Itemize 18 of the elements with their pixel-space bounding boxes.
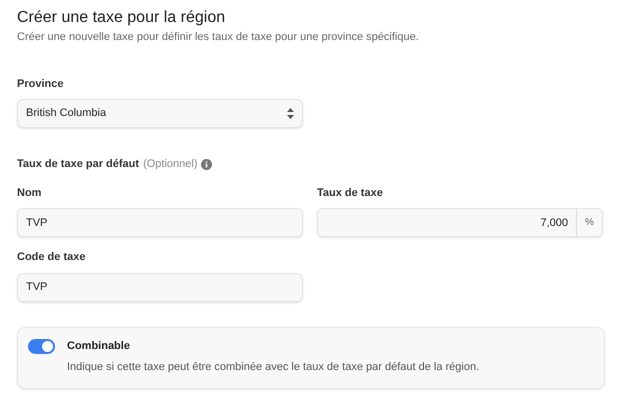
name-input[interactable]: TVP bbox=[17, 208, 303, 237]
field-label: Taux de taxe bbox=[317, 186, 384, 200]
page-title: Créer une taxe pour la région bbox=[17, 8, 226, 28]
code-input[interactable]: TVP bbox=[17, 272, 303, 302]
field-label: Nom bbox=[17, 186, 42, 200]
province-select[interactable]: British Columbia bbox=[17, 99, 303, 128]
sort-arrows-icon bbox=[287, 108, 294, 119]
info-icon bbox=[201, 158, 212, 170]
section-label: Taux de taxe par défaut bbox=[17, 157, 140, 172]
toggle-switch[interactable] bbox=[28, 338, 55, 354]
field-label: Code de taxe bbox=[17, 250, 86, 265]
page-subtitle: Créer une nouvelle taxe pour définir les taux de taxe pour une province spécifique. bbox=[17, 30, 420, 45]
field-label: Province bbox=[17, 76, 64, 92]
percent-suffix: % bbox=[577, 208, 603, 237]
toggle-description: Indique si cette taxe peut être combinée avec le taux de taxe par défaut de la région. bbox=[67, 360, 480, 375]
optional-hint: (Optionnel) bbox=[143, 157, 198, 172]
toggle-label: Combinable bbox=[67, 338, 131, 354]
rate-input[interactable]: 7,000 bbox=[317, 208, 577, 237]
